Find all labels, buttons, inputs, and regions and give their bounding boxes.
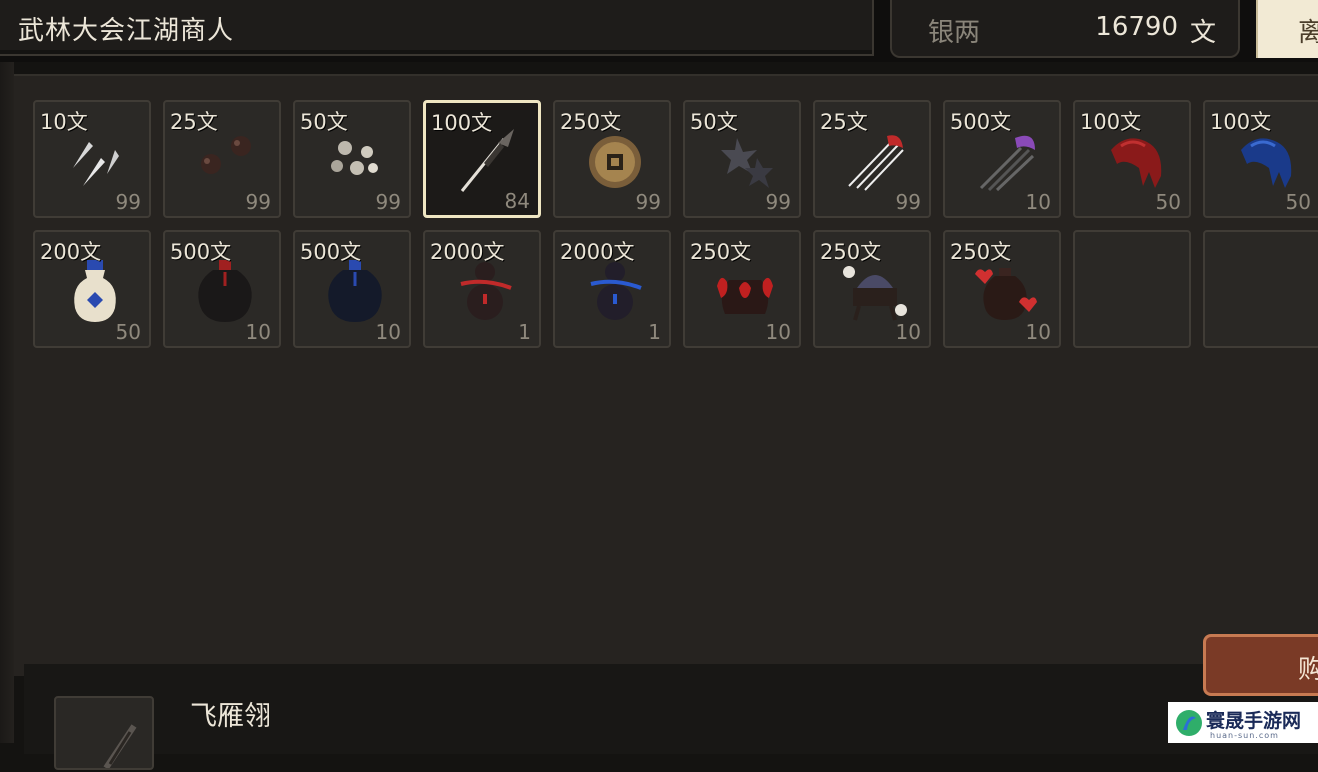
item-slot[interactable]: 100文 50 <box>1073 100 1191 218</box>
money-label: 银两 <box>928 18 981 48</box>
item-price: 500文 <box>300 240 362 264</box>
item-price: 2000文 <box>560 240 635 264</box>
top-bar: 武林大会江湖商人 银两 16790 文 离 <box>0 0 1318 62</box>
item-price: 500文 <box>170 240 232 264</box>
leave-button-label: 离 <box>1298 18 1318 48</box>
money-value: 16790 <box>1095 12 1178 42</box>
item-slot[interactable]: 500文 10 <box>163 230 281 348</box>
item-price: 100文 <box>1210 110 1272 134</box>
item-price: 200文 <box>40 240 102 264</box>
item-quantity: 99 <box>895 190 921 214</box>
item-slot[interactable]: 500文 10 <box>943 100 1061 218</box>
item-price: 2000文 <box>430 240 505 264</box>
black-jar-red-icon <box>198 260 252 322</box>
item-price: 500文 <box>950 110 1012 134</box>
item-slot[interactable]: 250文 10 <box>943 230 1061 348</box>
item-slot[interactable]: 100文 84 <box>423 100 541 218</box>
buy-button-label: 购 <box>1298 655 1318 685</box>
item-price: 50文 <box>690 110 738 134</box>
item-price: 250文 <box>820 240 882 264</box>
item-slot[interactable]: 50文 99 <box>293 100 411 218</box>
item-quantity: 50 <box>1155 190 1181 214</box>
item-price: 250文 <box>950 240 1012 264</box>
title-panel: 武林大会江湖商人 <box>0 0 874 56</box>
item-quantity: 10 <box>1025 320 1051 344</box>
shuriken-icon <box>721 138 773 188</box>
item-slot[interactable]: 250文 10 <box>683 230 801 348</box>
heart-jar-icon <box>975 268 1037 320</box>
item-slot[interactable]: 2000文 1 <box>553 230 671 348</box>
item-quantity: 99 <box>115 190 141 214</box>
item-price: 100文 <box>1080 110 1142 134</box>
background-edge <box>0 55 14 743</box>
item-price: 250文 <box>690 240 752 264</box>
site-watermark: 寰晟手游网 huan-sun.com <box>1168 702 1318 743</box>
watermark-text: 寰晟手游网 <box>1206 710 1302 732</box>
item-price: 50文 <box>300 110 348 134</box>
item-slot[interactable]: 50文 99 <box>683 100 801 218</box>
item-slot[interactable]: 500文 10 <box>293 230 411 348</box>
watermark-logo-icon <box>1176 710 1202 736</box>
red-needles-icon <box>848 135 904 191</box>
item-price: 100文 <box>431 111 493 135</box>
flame-pot-icon <box>717 277 773 314</box>
money-panel: 银两 16790 文 <box>890 0 1240 58</box>
leave-button[interactable]: 离 <box>1256 0 1318 58</box>
item-slot[interactable]: 250文 99 <box>553 100 671 218</box>
watermark-subtext: huan-sun.com <box>1210 731 1279 740</box>
item-quantity: 1 <box>648 320 661 344</box>
item-quantity: 99 <box>765 190 791 214</box>
item-slot[interactable]: 200文 50 <box>33 230 151 348</box>
skull-cauldron-icon <box>843 266 907 321</box>
coin-icon <box>589 136 641 188</box>
item-quantity: 50 <box>1285 190 1311 214</box>
item-quantity: 99 <box>245 190 271 214</box>
item-slot[interactable]: 25文 99 <box>813 100 931 218</box>
black-jar-blue-icon <box>328 260 382 322</box>
item-price: 25文 <box>170 110 218 134</box>
item-slot[interactable]: 10文 99 <box>33 100 151 218</box>
gourd-blue-icon <box>590 262 642 320</box>
iron-balls-icon <box>201 136 251 174</box>
item-detail-panel: 飞雁翎 <box>24 664 1318 770</box>
item-slot[interactable]: 2000文 1 <box>423 230 541 348</box>
item-quantity: 1 <box>518 320 531 344</box>
empty-slot <box>1203 230 1318 348</box>
item-slot[interactable]: 25文 99 <box>163 100 281 218</box>
purple-needles-icon <box>979 135 1035 192</box>
empty-slot <box>1073 230 1191 348</box>
shop-panel: 10文 99 25文 99 50文 99 100文 84 250文 99 50文 99 25文 99 500… <box>14 74 1318 676</box>
item-slot[interactable]: 100文 50 <box>1203 100 1318 218</box>
money-unit: 文 <box>1189 18 1216 48</box>
detail-item-name: 飞雁翎 <box>190 701 271 732</box>
item-quantity: 50 <box>115 320 141 344</box>
item-price: 250文 <box>560 110 622 134</box>
blue-claw-icon <box>1241 138 1292 188</box>
item-quantity: 99 <box>375 190 401 214</box>
throwing-darts-icon <box>73 142 119 186</box>
item-quantity: 10 <box>765 320 791 344</box>
detail-item-icon <box>54 696 154 770</box>
item-quantity: 10 <box>1025 190 1051 214</box>
item-price: 25文 <box>820 110 868 134</box>
item-quantity: 84 <box>504 189 530 213</box>
shop-title: 武林大会江湖商人 <box>18 16 235 46</box>
item-quantity: 10 <box>375 320 401 344</box>
red-claw-icon <box>1111 138 1162 188</box>
item-quantity: 10 <box>895 320 921 344</box>
porcelain-bottle-icon <box>74 260 116 322</box>
item-price: 10文 <box>40 110 88 134</box>
pebbles-icon <box>331 141 378 175</box>
feather-dart-icon <box>460 129 514 192</box>
buy-button[interactable]: 购 <box>1203 634 1318 696</box>
item-quantity: 10 <box>245 320 271 344</box>
item-slot[interactable]: 250文 10 <box>813 230 931 348</box>
gourd-red-icon <box>460 262 512 320</box>
item-quantity: 99 <box>635 190 661 214</box>
